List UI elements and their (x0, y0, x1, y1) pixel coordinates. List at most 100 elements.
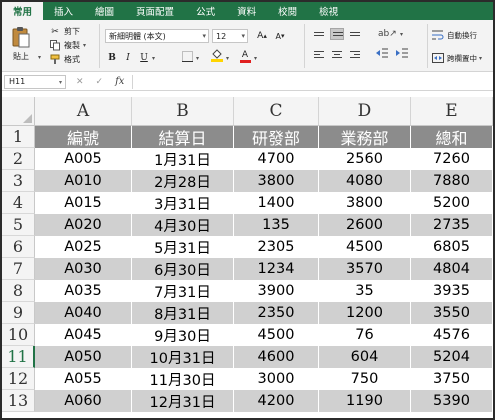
font-size-combo[interactable]: 12 ▾ (212, 29, 248, 43)
cell-e[interactable]: 6805 (411, 236, 493, 258)
cell-d[interactable]: 2560 (319, 148, 411, 170)
tab-draw[interactable]: 繪圖 (84, 2, 125, 20)
paste-dropdown-icon[interactable]: ▾ (38, 54, 41, 61)
enter-formula-icon[interactable]: ✓ (96, 77, 104, 87)
cancel-formula-icon[interactable]: ✕ (76, 77, 84, 87)
column-header-a[interactable]: A (35, 97, 132, 126)
cell-a[interactable]: A045 (35, 324, 132, 346)
align-top-button[interactable] (312, 28, 326, 40)
copy-button[interactable]: 複製 ▾ (49, 39, 86, 52)
cell-c[interactable]: 3800 (234, 170, 319, 192)
underline-dropdown-icon[interactable]: ▾ (152, 55, 155, 62)
row-header[interactable]: 11 (2, 346, 35, 368)
cell-d[interactable]: 750 (319, 368, 411, 390)
name-box[interactable]: H11 ▾ (4, 74, 66, 89)
tab-home[interactable]: 常用 (2, 2, 44, 20)
cell-e[interactable]: 5200 (411, 192, 493, 214)
header-cell-c[interactable]: 研發部 (234, 126, 319, 148)
cell-c[interactable]: 135 (234, 214, 319, 236)
cell-e[interactable]: 3550 (411, 302, 493, 324)
cell-c[interactable]: 1234 (234, 258, 319, 280)
cell-c[interactable]: 4500 (234, 324, 319, 346)
align-right-button[interactable] (348, 48, 362, 60)
cell-d[interactable]: 4080 (319, 170, 411, 192)
borders-dropdown-icon[interactable]: ▾ (196, 55, 199, 62)
cell-b[interactable]: 3月31日 (132, 192, 234, 214)
fill-dropdown-icon[interactable]: ▾ (226, 55, 229, 62)
cell-b[interactable]: 2月28日 (132, 170, 234, 192)
font-name-combo[interactable]: 新細明體 (本文) ▾ (105, 29, 209, 43)
cell-e[interactable]: 3750 (411, 368, 493, 390)
align-middle-button[interactable] (330, 28, 344, 40)
merge-dropdown-icon[interactable]: ▾ (479, 55, 482, 62)
underline-button[interactable]: U (138, 51, 150, 65)
insert-function-icon[interactable]: fx (115, 76, 124, 87)
cell-b[interactable]: 12月31日 (132, 390, 234, 412)
format-painter-button[interactable]: 格式 (49, 53, 80, 66)
cell-e[interactable]: 4576 (411, 324, 493, 346)
cell-e[interactable]: 5390 (411, 390, 493, 412)
row-header[interactable]: 10 (2, 324, 35, 346)
formula-input[interactable] (132, 74, 489, 89)
cell-b[interactable]: 8月31日 (132, 302, 234, 324)
column-header-d[interactable]: D (319, 97, 411, 126)
cut-button[interactable]: ✂ 剪下 (49, 25, 80, 38)
cell-a[interactable]: A060 (35, 390, 132, 412)
tab-view[interactable]: 檢視 (308, 2, 349, 20)
orientation-dropdown-icon[interactable]: ▾ (400, 31, 403, 38)
cell-a[interactable]: A015 (35, 192, 132, 214)
row-header[interactable]: 5 (2, 214, 35, 236)
cell-b[interactable]: 11月30日 (132, 368, 234, 390)
cell-d[interactable]: 76 (319, 324, 411, 346)
cell-e[interactable]: 7260 (411, 148, 493, 170)
cell-a[interactable]: A005 (35, 148, 132, 170)
row-header[interactable]: 13 (2, 390, 35, 412)
row-header[interactable]: 9 (2, 302, 35, 324)
row-header[interactable]: 7 (2, 258, 35, 280)
increase-indent-button[interactable] (394, 48, 410, 60)
cell-b[interactable]: 1月31日 (132, 148, 234, 170)
cell-c[interactable]: 4200 (234, 390, 319, 412)
column-header-b[interactable]: B (132, 97, 234, 126)
font-color-dropdown-icon[interactable]: ▾ (254, 55, 257, 62)
header-cell-b[interactable]: 結算日 (132, 126, 234, 148)
cell-b[interactable]: 5月31日 (132, 236, 234, 258)
fill-color-button[interactable] (210, 48, 224, 63)
cell-d[interactable]: 3570 (319, 258, 411, 280)
align-center-button[interactable] (330, 48, 344, 60)
cell-e[interactable]: 3935 (411, 280, 493, 302)
tab-data[interactable]: 資料 (226, 2, 267, 20)
cell-c[interactable]: 4700 (234, 148, 319, 170)
merge-center-button[interactable]: 跨欄置中 ▾ (432, 51, 482, 65)
header-cell-e[interactable]: 總和 (411, 126, 493, 148)
row-header[interactable]: 8 (2, 280, 35, 302)
row-header[interactable]: 6 (2, 236, 35, 258)
row-header[interactable]: 12 (2, 368, 35, 390)
font-color-button[interactable]: A (238, 49, 252, 63)
borders-button[interactable] (180, 51, 194, 65)
cell-d[interactable]: 1200 (319, 302, 411, 324)
tab-insert[interactable]: 插入 (43, 2, 84, 20)
row-header[interactable]: 4 (2, 192, 35, 214)
cell-d[interactable]: 35 (319, 280, 411, 302)
cell-e[interactable]: 7880 (411, 170, 493, 192)
cell-c[interactable]: 3900 (234, 280, 319, 302)
tab-page-layout[interactable]: 頁面配置 (125, 2, 185, 20)
copy-dropdown-icon[interactable]: ▾ (83, 42, 86, 49)
cell-c[interactable]: 2305 (234, 236, 319, 258)
shrink-font-button[interactable]: A ▾ (272, 29, 288, 43)
cell-a[interactable]: A040 (35, 302, 132, 324)
cell-d[interactable]: 1190 (319, 390, 411, 412)
cell-a[interactable]: A010 (35, 170, 132, 192)
cell-b[interactable]: 6月30日 (132, 258, 234, 280)
cell-c[interactable]: 2350 (234, 302, 319, 324)
tab-formulas[interactable]: 公式 (185, 2, 226, 20)
cell-c[interactable]: 3000 (234, 368, 319, 390)
cell-b[interactable]: 10月31日 (132, 346, 234, 368)
row-header[interactable]: 1 (2, 126, 35, 148)
cell-d[interactable]: 3800 (319, 192, 411, 214)
cell-e[interactable]: 2735 (411, 214, 493, 236)
cell-a[interactable]: A035 (35, 280, 132, 302)
header-cell-d[interactable]: 業務部 (319, 126, 411, 148)
tab-review[interactable]: 校閱 (267, 2, 308, 20)
